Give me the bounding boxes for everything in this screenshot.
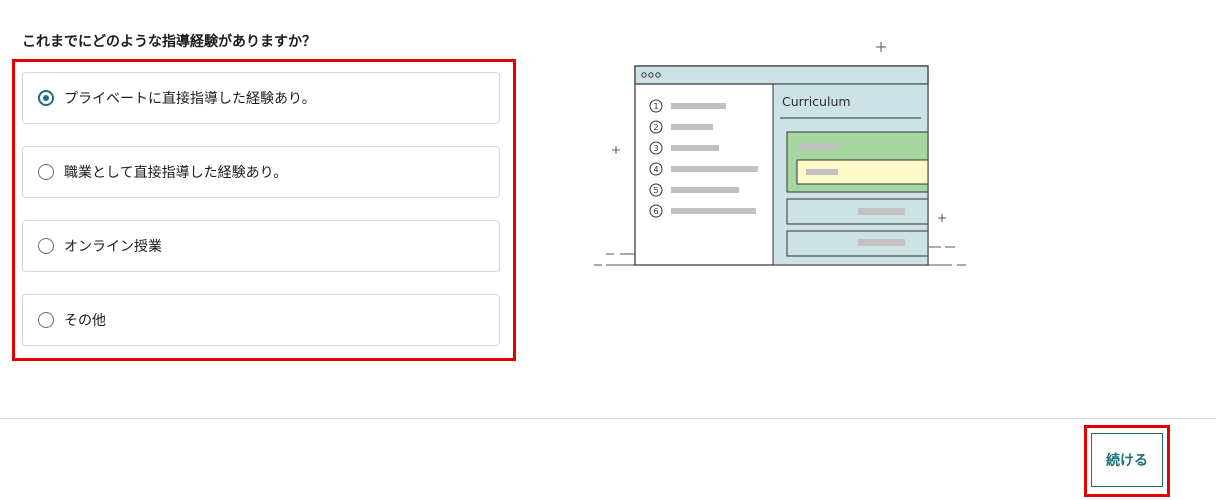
option-professional-teaching[interactable]: 職業として直接指導した経験あり。: [22, 146, 500, 198]
list-number: 2: [653, 123, 658, 132]
option-label: 職業として直接指導した経験あり。: [64, 165, 288, 181]
curriculum-illustration: 1 2 3 4 5 6: [594, 42, 966, 266]
radio-unchecked-icon[interactable]: [38, 312, 54, 328]
window-titlebar: [634, 65, 929, 85]
option-other[interactable]: その他: [22, 294, 500, 346]
continue-button[interactable]: 続ける: [1091, 433, 1163, 487]
option-label: その他: [64, 313, 106, 329]
list-number: 1: [653, 102, 658, 111]
list-number: 5: [653, 186, 658, 195]
radio-checked-icon[interactable]: [38, 90, 54, 106]
question-title: これまでにどのような指導経験がありますか？: [22, 34, 316, 50]
option-online-class[interactable]: オンライン授業: [22, 220, 500, 272]
option-private-teaching[interactable]: プライベートに直接指導した経験あり。: [22, 72, 500, 124]
list-number: 6: [653, 207, 658, 216]
radio-unchecked-icon[interactable]: [38, 238, 54, 254]
footer-divider: [0, 418, 1216, 419]
illustration-title: Curriculum: [782, 94, 851, 109]
radio-unchecked-icon[interactable]: [38, 164, 54, 180]
option-label: プライベートに直接指導した経験あり。: [64, 91, 316, 107]
option-label: オンライン授業: [64, 239, 162, 255]
list-number: 4: [653, 165, 658, 174]
list-number: 3: [653, 144, 658, 153]
